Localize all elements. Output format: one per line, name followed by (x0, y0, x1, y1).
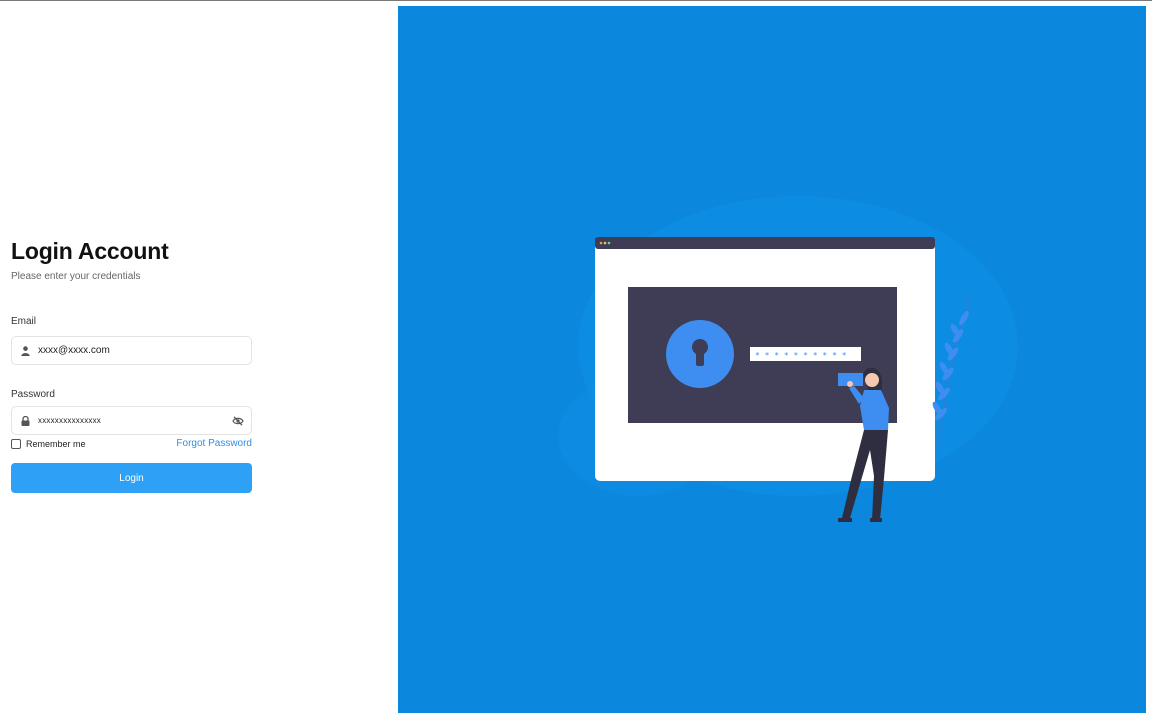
options-row: Remember me Forgot Password (11, 438, 252, 449)
illustration-panel: * * * * * * * * * * (398, 6, 1146, 713)
email-value: xxxx@xxxx.com (38, 345, 110, 356)
password-value: xxxxxxxxxxxxxxx (38, 416, 101, 425)
login-panel: Login Account Please enter your credenti… (0, 6, 398, 713)
login-illustration: * * * * * * * * * * (558, 196, 1018, 522)
window-dot-icon (607, 241, 611, 245)
eye-off-icon[interactable] (225, 415, 251, 426)
remember-label: Remember me (26, 438, 86, 449)
email-field[interactable]: xxxx@xxxx.com (11, 336, 252, 365)
keyhole-stem (696, 349, 704, 366)
user-icon (12, 345, 38, 356)
email-label: Email (11, 316, 37, 327)
illustration-password-mask: * * * * * * * * * * (755, 351, 847, 360)
login-form: Login Account Please enter your credenti… (11, 238, 252, 493)
page-title: Login Account (11, 238, 169, 264)
forgot-password-link[interactable]: Forgot Password (176, 438, 252, 449)
lock-icon (12, 415, 38, 426)
window-top-border (0, 0, 1152, 6)
login-button[interactable]: Login (11, 463, 252, 493)
window-dot-icon (603, 241, 607, 245)
password-label: Password (11, 389, 55, 400)
page-subtitle: Please enter your credentials (11, 271, 141, 282)
password-field[interactable]: xxxxxxxxxxxxxxx (11, 406, 252, 435)
remember-checkbox[interactable] (11, 438, 21, 449)
page-edge (1146, 6, 1152, 713)
remember-me[interactable]: Remember me (11, 438, 86, 449)
window-dot-icon (599, 241, 603, 245)
browser-titlebar (595, 237, 935, 249)
